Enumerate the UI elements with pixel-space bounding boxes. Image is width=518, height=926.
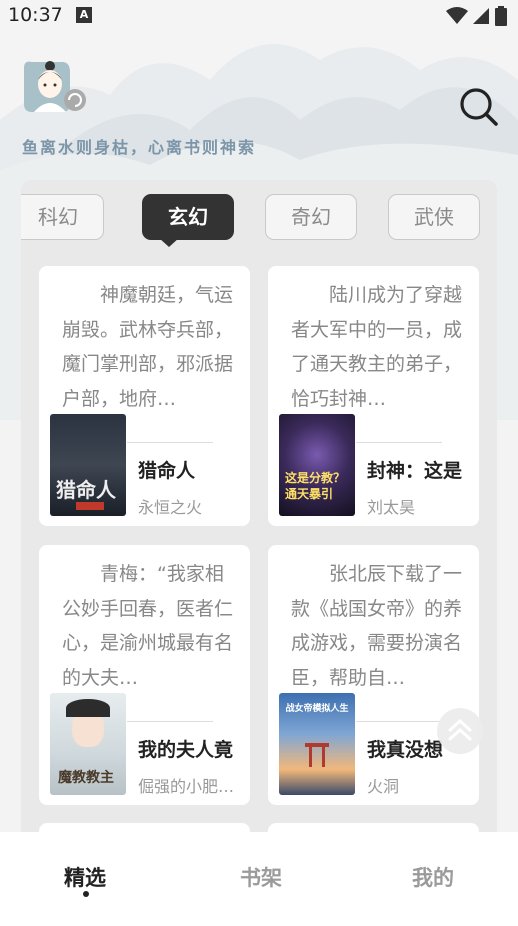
tab-scifi[interactable]: 科幻 <box>21 194 104 240</box>
divider <box>356 442 442 443</box>
book-description: 张北辰下载了一款《战国女帝》的养成游戏，需要扮演名臣，帮助自… <box>291 563 463 689</box>
nav-bookshelf[interactable]: 书架 <box>240 862 282 892</box>
avatar[interactable] <box>22 58 88 114</box>
tab-label: 奇幻 <box>291 205 331 229</box>
book-panel: 科幻 玄幻 奇幻 武侠 神魔朝廷，气运崩毁。武林夺兵部，魔门掌刑部，邪派据户部，… <box>21 180 497 832</box>
book-author: 倔强的小肥… <box>138 777 235 796</box>
book-description: 青梅：“我家相公妙手回春，医者仁心，是渝州城最有名的大夫… <box>62 563 234 689</box>
book-title: 封神：这是 <box>367 460 463 482</box>
tab-xuanhuan[interactable]: 玄幻 <box>142 194 234 247</box>
book-card[interactable] <box>268 823 479 832</box>
bottom-nav: 精选 书架 我的 <box>0 832 518 926</box>
category-tabs: 科幻 玄幻 奇幻 武侠 <box>21 194 497 248</box>
cover-title: 猎命人 <box>56 478 116 502</box>
book-card[interactable]: 陆川成为了穿越者大军中的一员，成了通天教主的弟子，恰巧封神… 这是分教？通天暴引… <box>268 266 479 526</box>
nav-mine[interactable]: 我的 <box>412 862 454 892</box>
status-bar: 10:37 A <box>0 0 518 32</box>
book-title: 我的夫人竟 <box>138 739 234 761</box>
signal-icon <box>473 8 489 24</box>
book-author: 刘太昊 <box>367 498 416 517</box>
battery-icon <box>495 6 507 26</box>
cover-title: 魔教教主 <box>58 770 114 786</box>
book-description: 神魔朝廷，气运崩毁。武林夺兵部，魔门掌刑部，邪派据户部，地府… <box>62 284 234 410</box>
book-author: 永恒之火 <box>138 498 203 517</box>
tab-label: 科幻 <box>38 205 78 229</box>
search-icon[interactable] <box>458 86 500 128</box>
book-card[interactable]: 张北辰下载了一款《战国女帝》的养成游戏，需要扮演名臣，帮助自… 战女帝模拟人生 … <box>268 545 479 805</box>
tab-pointer <box>159 238 179 247</box>
book-description: 陆川成为了穿越者大军中的一员，成了通天教主的弟子，恰巧封神… <box>291 284 463 410</box>
book-card[interactable]: 青梅：“我家相公妙手回春，医者仁心，是渝州城最有名的大夫… 魔教教主 我的夫人竟… <box>39 545 250 805</box>
book-title: 猎命人 <box>138 460 196 482</box>
cover-title: 战女帝模拟人生 <box>285 704 349 714</box>
tab-fantasy[interactable]: 奇幻 <box>265 194 357 240</box>
status-time: 10:37 <box>8 4 63 26</box>
book-cover: 魔教教主 <box>50 693 126 795</box>
book-author: 火洞 <box>367 777 400 796</box>
refresh-icon <box>64 89 86 111</box>
tab-label: 玄幻 <box>168 205 208 229</box>
cover-title: 这是分教？通天暴引 <box>285 471 346 501</box>
active-indicator-dot <box>83 891 89 897</box>
book-cover: 战女帝模拟人生 <box>279 693 355 795</box>
nav-featured[interactable]: 精选 <box>64 862 106 892</box>
tab-label: 武侠 <box>414 205 454 229</box>
status-icons <box>446 6 508 26</box>
book-cover: 这是分教？通天暴引 <box>279 414 355 516</box>
scroll-to-top-button[interactable] <box>437 708 483 754</box>
divider <box>127 442 213 443</box>
book-card[interactable]: 神魔朝廷，气运崩毁。武林夺兵部，魔门掌刑部，邪派据户部，地府… 猎命人 猎命人 … <box>39 266 250 526</box>
notification-icon: A <box>76 7 92 23</box>
book-card[interactable] <box>39 823 250 832</box>
divider <box>356 721 442 722</box>
book-cover: 猎命人 <box>50 414 126 516</box>
wifi-icon <box>446 7 468 24</box>
divider <box>127 721 213 722</box>
tagline: 鱼离水则身枯，心离书则神索 <box>22 138 257 157</box>
tab-wuxia[interactable]: 武侠 <box>388 194 480 240</box>
